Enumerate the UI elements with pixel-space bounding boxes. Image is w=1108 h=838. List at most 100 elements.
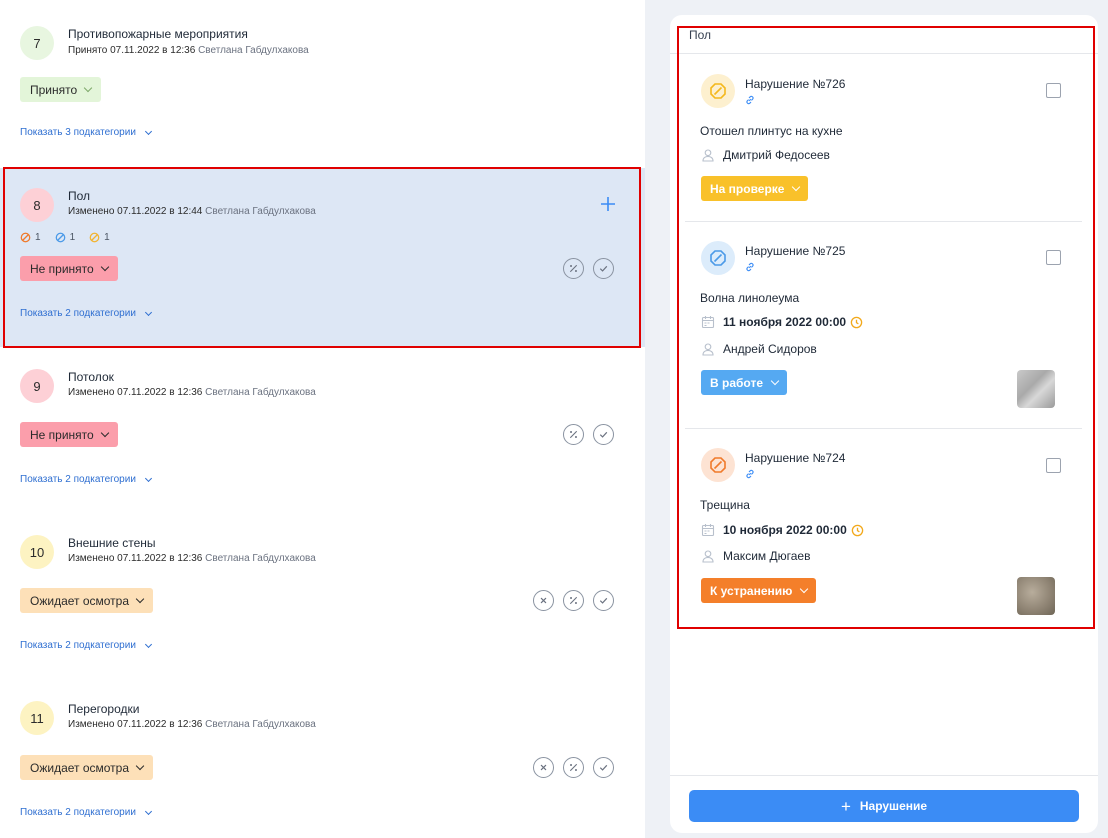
- category-user: Светлана Габдулхакова: [198, 45, 309, 56]
- violation-title[interactable]: Нарушение №725: [745, 244, 845, 258]
- violation-checkbox[interactable]: [1046, 83, 1061, 98]
- link-icon[interactable]: [745, 95, 755, 105]
- close-icon: [540, 597, 547, 604]
- category-item[interactable]: 10 Внешние стены Изменено 07.11.2022 в 1…: [0, 516, 645, 676]
- percent-button[interactable]: [563, 424, 584, 445]
- link-icon[interactable]: [745, 262, 755, 272]
- divider: [685, 221, 1082, 222]
- violation-title[interactable]: Нарушение №726: [745, 77, 845, 91]
- chevron-down-icon: [800, 584, 809, 594]
- close-icon: [540, 764, 547, 771]
- show-subcategories-link[interactable]: Показать 2 подкатегории: [20, 308, 152, 319]
- check-icon: [599, 431, 608, 438]
- status-dropdown[interactable]: Ожидает осмотра: [20, 588, 154, 613]
- plus-icon[interactable]: [599, 195, 617, 213]
- category-number: 7: [20, 26, 54, 60]
- category-user: Светлана Габдулхакова: [205, 553, 316, 564]
- violation-counts: 1 1 1: [20, 232, 110, 243]
- category-meta: Изменено 07.11.2022 в 12:44 Светлана Габ…: [68, 206, 316, 217]
- clock-icon: [850, 316, 863, 328]
- chevron-down-icon: [100, 428, 109, 438]
- accept-button[interactable]: [593, 757, 614, 778]
- no-entry-icon: [710, 457, 726, 473]
- violation-description: Трещина: [700, 498, 750, 512]
- show-subcategories-link[interactable]: Показать 3 подкатегории: [20, 127, 152, 138]
- category-item-selected[interactable]: 8 Пол Изменено 07.11.2022 в 12:44 Светла…: [0, 168, 645, 347]
- category-title: Потолок: [68, 370, 114, 384]
- violation-person: Максим Дюгаев: [723, 549, 811, 563]
- calendar-icon: [701, 524, 715, 537]
- calendar-icon: [701, 316, 715, 329]
- show-subcategories-link[interactable]: Показать 2 подкатегории: [20, 640, 152, 651]
- percent-button[interactable]: [563, 590, 584, 611]
- chevron-down-icon: [770, 376, 780, 386]
- percent-button[interactable]: [563, 757, 584, 778]
- category-user: Светлана Габдулхакова: [205, 719, 316, 730]
- check-icon: [599, 597, 608, 604]
- chevron-down-icon: [144, 474, 152, 482]
- chevron-down-icon: [144, 127, 152, 135]
- violation-date: 10 ноября 2022 00:00: [723, 523, 864, 537]
- add-violation-button[interactable]: + Нарушение: [689, 790, 1079, 822]
- category-item[interactable]: 9 Потолок Изменено 07.11.2022 в 12:36 Св…: [0, 350, 645, 510]
- no-entry-icon: [710, 250, 726, 266]
- chevron-down-icon: [83, 83, 93, 93]
- percent-icon: [569, 596, 578, 605]
- chevron-down-icon: [144, 308, 152, 316]
- category-title: Пол: [68, 189, 91, 203]
- divider: [670, 53, 1098, 54]
- violation-checkbox[interactable]: [1046, 458, 1061, 473]
- divider: [685, 428, 1082, 429]
- violation-title[interactable]: Нарушение №724: [745, 451, 845, 465]
- status-dropdown[interactable]: Ожидает осмотра: [20, 755, 154, 780]
- no-entry-icon: [710, 83, 726, 99]
- percent-icon: [569, 763, 578, 772]
- chevron-down-icon: [144, 640, 152, 648]
- category-title: Перегородки: [68, 702, 140, 716]
- chevron-down-icon: [792, 182, 801, 192]
- category-title: Противопожарные мероприятия: [68, 27, 248, 41]
- status-dropdown[interactable]: Принято: [20, 77, 102, 102]
- violations-panel: Пол Нарушение №726 Отошел плинтус на кух…: [670, 15, 1098, 833]
- violation-photo-thumbnail[interactable]: [1017, 370, 1055, 408]
- panel-title: Пол: [689, 28, 712, 42]
- show-subcategories-link[interactable]: Показать 2 подкатегории: [20, 474, 152, 485]
- category-number: 11: [20, 701, 54, 735]
- show-subcategories-link[interactable]: Показать 2 подкатегории: [20, 807, 152, 818]
- violation-status-dropdown[interactable]: В работе: [701, 370, 787, 395]
- link-icon[interactable]: [745, 469, 755, 479]
- status-dropdown[interactable]: Не принято: [20, 422, 118, 447]
- percent-button[interactable]: [563, 258, 584, 279]
- reject-button[interactable]: [533, 590, 554, 611]
- category-user: Светлана Габдулхакова: [205, 206, 316, 217]
- divider: [670, 775, 1098, 776]
- violation-date: 11 ноября 2022 00:00: [723, 315, 863, 329]
- category-item[interactable]: 7 Противопожарные мероприятия Принято 07…: [0, 0, 645, 160]
- category-meta: Изменено 07.11.2022 в 12:36 Светлана Габ…: [68, 719, 316, 730]
- violation-description: Отошел плинтус на кухне: [700, 124, 843, 138]
- accept-button[interactable]: [593, 590, 614, 611]
- category-meta: Изменено 07.11.2022 в 12:36 Светлана Габ…: [68, 387, 316, 398]
- category-number: 8: [20, 188, 54, 222]
- no-entry-icon: [55, 232, 65, 243]
- user-icon: [702, 343, 714, 356]
- category-meta: Изменено 07.11.2022 в 12:36 Светлана Габ…: [68, 553, 316, 564]
- accept-button[interactable]: [593, 258, 614, 279]
- clock-icon: [851, 524, 864, 536]
- category-meta: Принято 07.11.2022 в 12:36 Светлана Габд…: [68, 45, 309, 56]
- status-dropdown[interactable]: Не принято: [20, 256, 118, 281]
- reject-button[interactable]: [533, 757, 554, 778]
- category-user: Светлана Габдулхакова: [205, 387, 316, 398]
- chevron-down-icon: [135, 594, 145, 604]
- plus-icon: +: [840, 796, 851, 816]
- accept-button[interactable]: [593, 424, 614, 445]
- violation-photo-thumbnail[interactable]: [1017, 577, 1055, 615]
- violation-status-dropdown[interactable]: К устранению: [701, 578, 817, 603]
- violation-status-icon: [701, 241, 735, 275]
- check-icon: [599, 265, 608, 272]
- category-item[interactable]: 11 Перегородки Изменено 07.11.2022 в 12:…: [0, 683, 645, 838]
- violation-status-dropdown[interactable]: На проверке: [701, 176, 809, 201]
- user-icon: [702, 550, 714, 563]
- chevron-down-icon: [135, 761, 145, 771]
- violation-checkbox[interactable]: [1046, 250, 1061, 265]
